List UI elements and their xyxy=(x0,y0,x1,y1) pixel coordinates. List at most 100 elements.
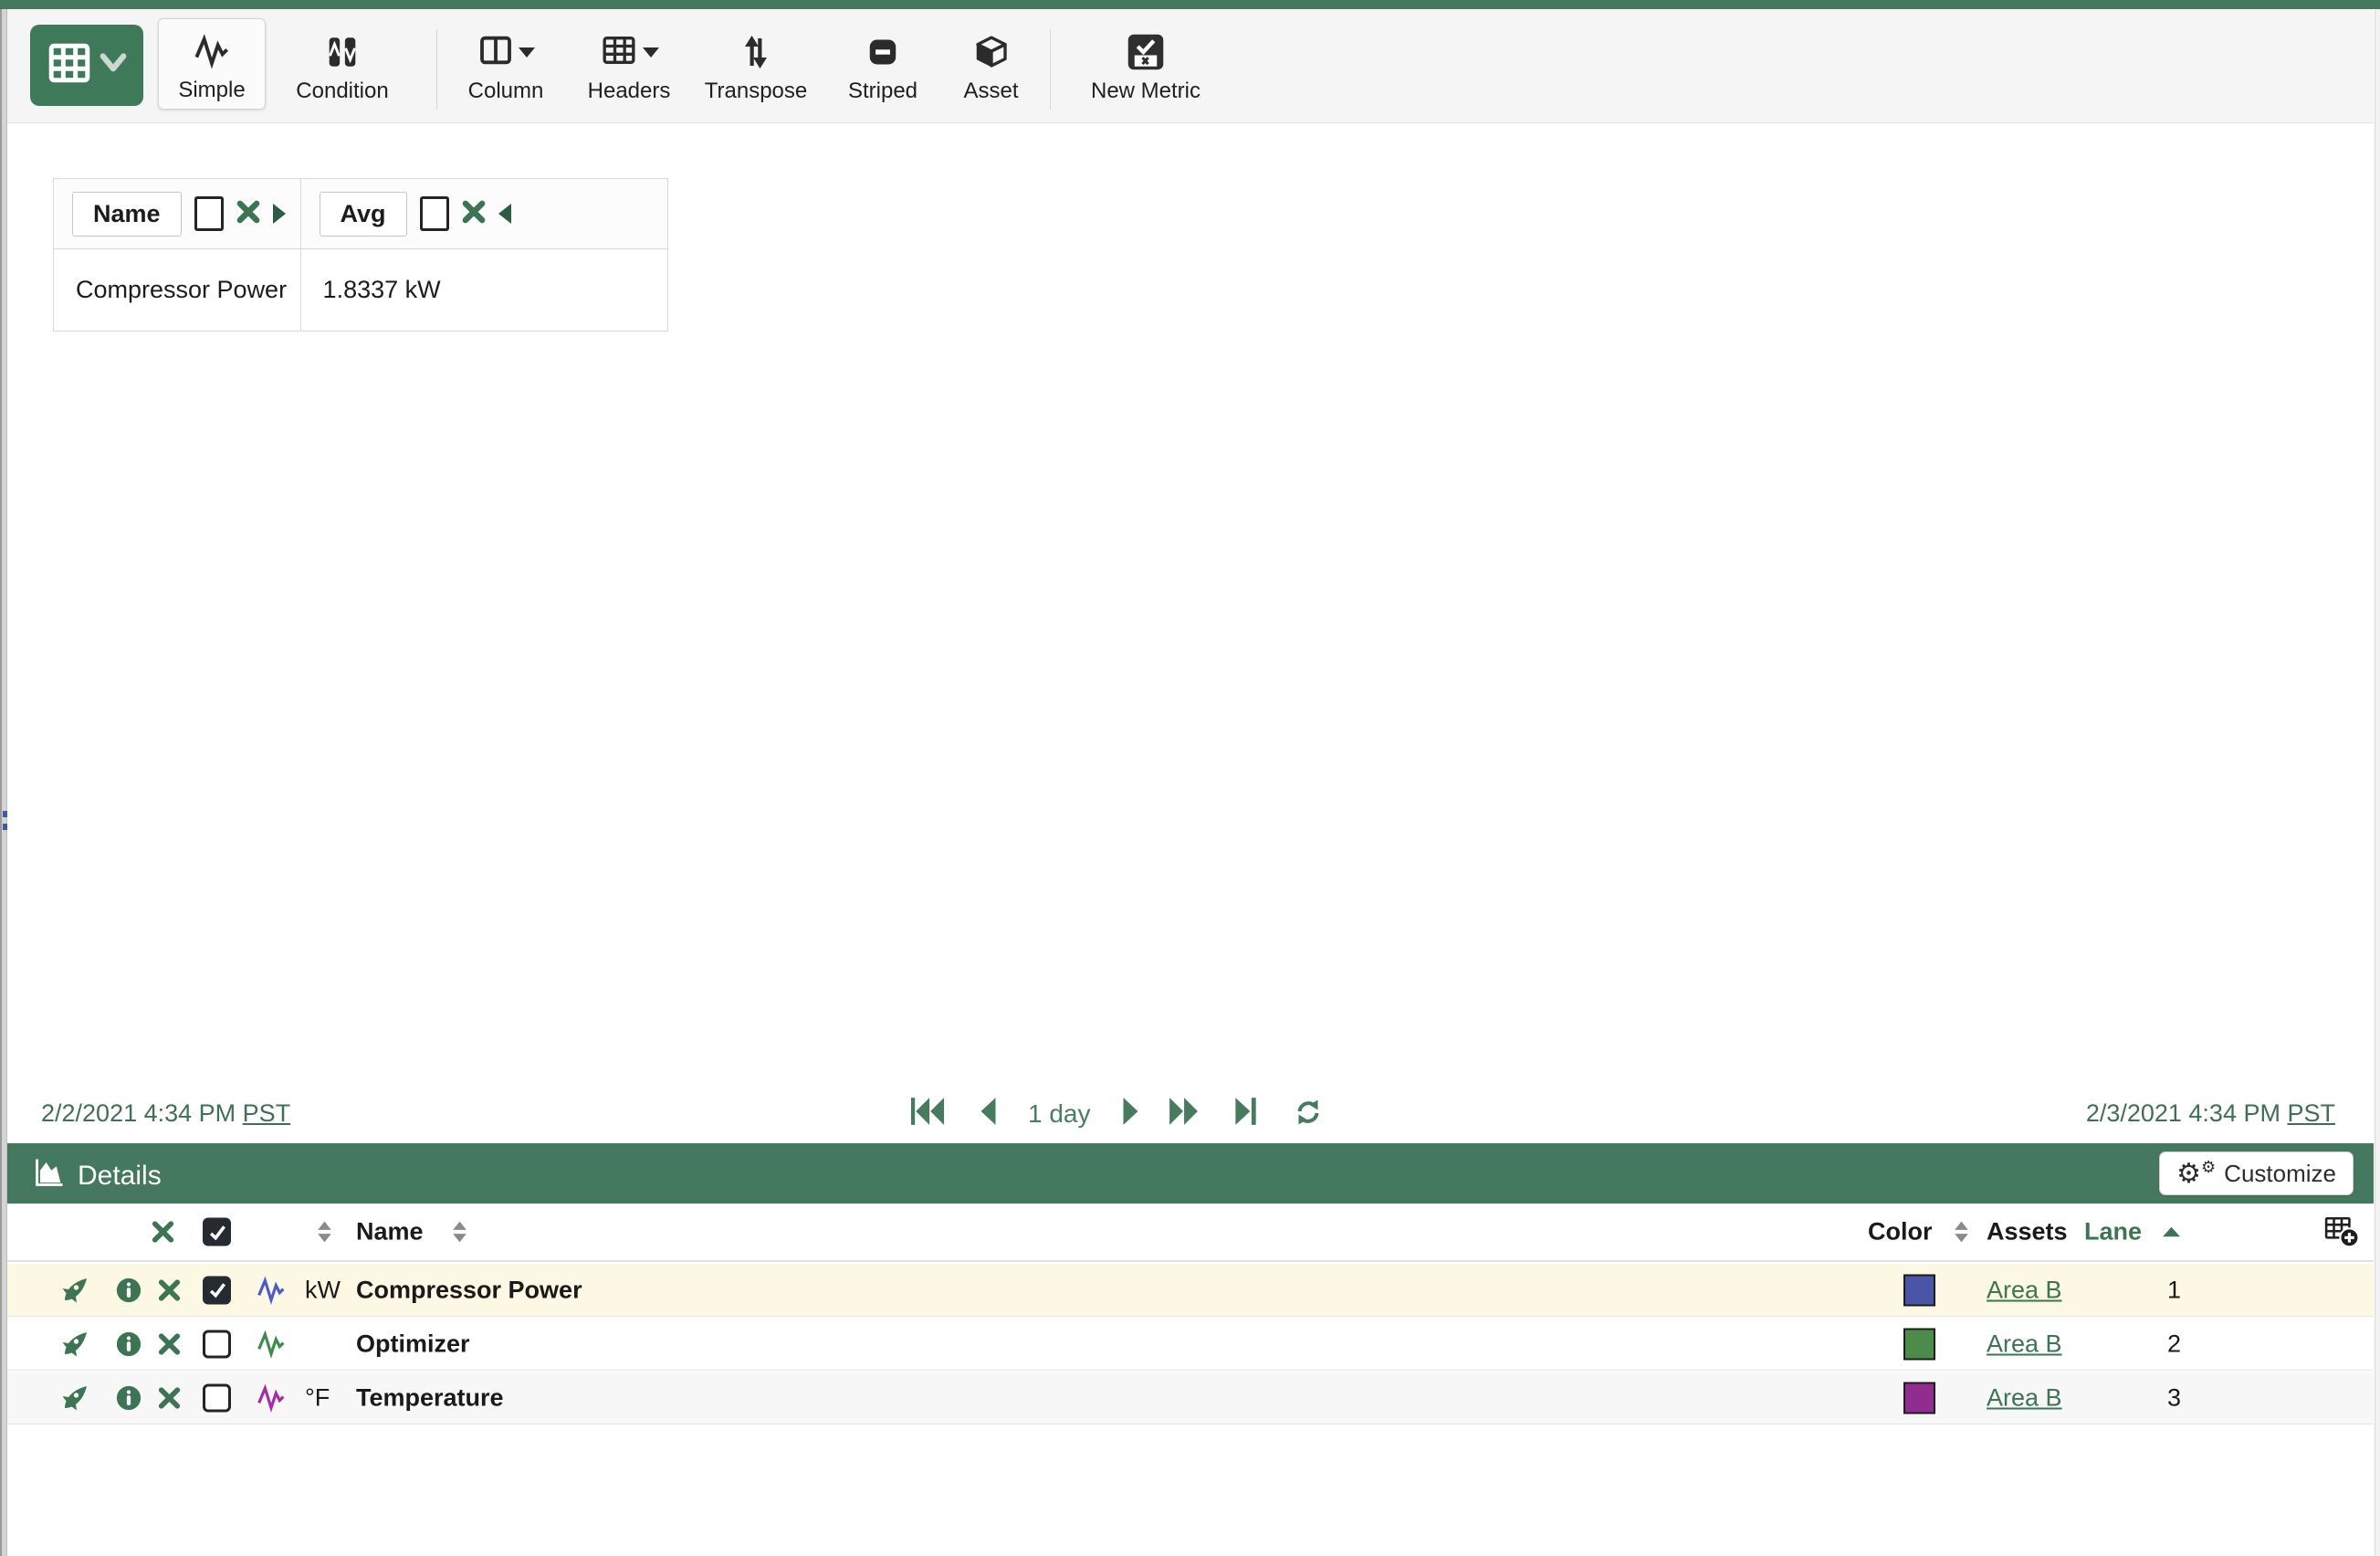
customize-button[interactable]: ⚙⚙ Customize xyxy=(2159,1151,2354,1195)
toolbar-button-column[interactable]: Column xyxy=(452,18,560,110)
details-table-header: Name Color Assets Lane xyxy=(7,1204,2374,1262)
asset-cube-icon xyxy=(973,30,1010,74)
details-header-name[interactable]: Name xyxy=(356,1218,424,1246)
toolbar-button-new-metric[interactable]: New Metric xyxy=(1074,18,1218,110)
summary-table: Name Avg Compressor Power 1.8337 kW xyxy=(53,178,668,331)
transpose-arrows-icon xyxy=(739,30,772,74)
sort-color-icon[interactable] xyxy=(1953,1220,1970,1245)
step-back-half-icon[interactable] xyxy=(977,1096,999,1131)
signal-type-icon xyxy=(256,1330,287,1359)
striped-icon xyxy=(865,30,900,74)
toolbar-label-headers: Headers xyxy=(587,79,671,103)
rocket-icon[interactable] xyxy=(60,1276,89,1305)
move-column-right-icon[interactable] xyxy=(272,204,286,224)
remove-item-icon[interactable] xyxy=(158,1332,181,1355)
toolbar-button-condition[interactable]: Condition xyxy=(275,18,410,110)
end-datetime: 2/3/2021 4:34 PM xyxy=(2085,1099,2280,1127)
asset-link[interactable]: Area B xyxy=(1987,1383,2062,1412)
summary-avg-header-cell: Avg xyxy=(299,178,668,249)
avg-column-button[interactable]: Avg xyxy=(319,191,407,237)
caret-down-icon xyxy=(642,47,659,58)
scrollbar-track[interactable] xyxy=(2375,9,2380,1556)
unit-label: kW xyxy=(305,1276,341,1303)
asset-link[interactable]: Area B xyxy=(1987,1276,2062,1304)
toolbar-label-asset: Asset xyxy=(963,79,1019,103)
step-to-end-icon[interactable] xyxy=(1232,1096,1258,1131)
step-forward-full-icon[interactable] xyxy=(1167,1096,1200,1131)
color-swatch[interactable] xyxy=(1903,1382,1935,1414)
toolbar-button-simple[interactable]: Simple xyxy=(158,18,266,110)
panel-splitter[interactable] xyxy=(0,9,7,1556)
details-panel-header: Details ⚙⚙ Customize xyxy=(7,1143,2374,1204)
end-timezone-link[interactable]: PST xyxy=(2287,1099,2335,1127)
table-toolbar: Simple Condition Column Headers Transpos… xyxy=(7,9,2374,123)
signal-type-icon xyxy=(256,1276,287,1305)
toolbar-button-asset[interactable]: Asset xyxy=(948,18,1034,110)
step-back-full-icon[interactable] xyxy=(909,1096,946,1131)
details-header-lane[interactable]: Lane xyxy=(2084,1218,2142,1246)
splitter-handle-dot xyxy=(3,811,7,817)
info-icon[interactable] xyxy=(115,1277,142,1304)
remove-avg-column-icon[interactable] xyxy=(462,200,486,228)
add-column-icon[interactable] xyxy=(2324,1215,2359,1248)
remove-item-icon[interactable] xyxy=(158,1386,181,1409)
details-row-optimizer[interactable]: Optimizer Area B 2 xyxy=(7,1318,2374,1371)
details-row-compressor-power[interactable]: kW Compressor Power Area B 1 xyxy=(7,1264,2374,1317)
toolbar-divider xyxy=(1050,29,1051,110)
summary-avg-cell: 1.8337 kW xyxy=(299,248,668,331)
row-checkbox[interactable] xyxy=(203,1383,231,1412)
table-grid-icon xyxy=(47,40,92,90)
toolbar-button-striped[interactable]: Striped xyxy=(834,18,932,110)
start-timezone-link[interactable]: PST xyxy=(243,1099,291,1127)
details-title-label: Details xyxy=(78,1161,162,1191)
toolbar-button-headers[interactable]: Headers xyxy=(575,18,683,110)
toolbar-label-condition: Condition xyxy=(296,79,389,103)
toolbar-label-striped: Striped xyxy=(847,79,918,103)
summary-table-row: Compressor Power 1.8337 kW xyxy=(53,248,668,331)
sort-name-icon[interactable] xyxy=(451,1220,468,1245)
select-all-checkbox[interactable] xyxy=(203,1217,231,1246)
info-icon[interactable] xyxy=(115,1384,142,1412)
lane-number: 3 xyxy=(2167,1383,2182,1411)
remove-all-icon[interactable] xyxy=(152,1221,174,1244)
rocket-icon[interactable] xyxy=(60,1383,89,1413)
sort-ascending-icon[interactable] xyxy=(2162,1225,2181,1239)
remove-name-column-icon[interactable] xyxy=(236,200,260,228)
caret-down-icon xyxy=(518,47,535,58)
avg-column-checkbox[interactable] xyxy=(419,196,449,231)
lane-number: 1 xyxy=(2167,1276,2182,1303)
move-column-left-icon[interactable] xyxy=(498,204,511,224)
chevron-down-icon xyxy=(100,52,127,79)
top-accent-bar xyxy=(0,0,2380,9)
color-swatch[interactable] xyxy=(1903,1328,1935,1360)
lane-number: 2 xyxy=(2167,1330,2182,1357)
time-range-bar: 2/2/2021 4:34 PM PST 1 day 2/3/2021 4:34… xyxy=(7,1087,2374,1143)
step-forward-half-icon[interactable] xyxy=(1120,1096,1142,1131)
toolbar-button-transpose[interactable]: Transpose xyxy=(697,18,814,110)
details-header-color[interactable]: Color xyxy=(1868,1218,1933,1246)
summary-name-header-cell: Name xyxy=(53,178,301,249)
toolbar-label-transpose: Transpose xyxy=(704,79,808,103)
details-row-temperature[interactable]: °F Temperature Area B 3 xyxy=(7,1372,2374,1425)
item-name: Temperature xyxy=(356,1383,504,1411)
details-header-assets[interactable]: Assets xyxy=(1987,1218,2068,1246)
app-window: Simple Condition Column Headers Transpos… xyxy=(0,0,2380,1556)
row-checkbox[interactable] xyxy=(203,1330,231,1358)
asset-link[interactable]: Area B xyxy=(1987,1330,2062,1358)
headers-table-icon xyxy=(600,32,638,73)
start-datetime: 2/2/2021 4:34 PM xyxy=(41,1099,236,1127)
rocket-icon[interactable] xyxy=(60,1330,89,1359)
sort-unit-icon[interactable] xyxy=(316,1220,333,1245)
toolbar-label-new-metric: New Metric xyxy=(1090,79,1200,103)
table-view-dropdown-button[interactable] xyxy=(30,25,143,106)
toolbar-divider xyxy=(436,29,437,110)
row-checkbox[interactable] xyxy=(203,1276,231,1304)
remove-item-icon[interactable] xyxy=(158,1278,181,1301)
info-icon[interactable] xyxy=(115,1330,142,1358)
duration-label[interactable]: 1 day xyxy=(1028,1099,1091,1129)
refresh-icon[interactable] xyxy=(1293,1098,1324,1131)
color-swatch[interactable] xyxy=(1903,1274,1935,1306)
gears-icon: ⚙⚙ xyxy=(2176,1157,2217,1190)
name-column-button[interactable]: Name xyxy=(72,191,182,237)
name-column-checkbox[interactable] xyxy=(194,196,224,231)
